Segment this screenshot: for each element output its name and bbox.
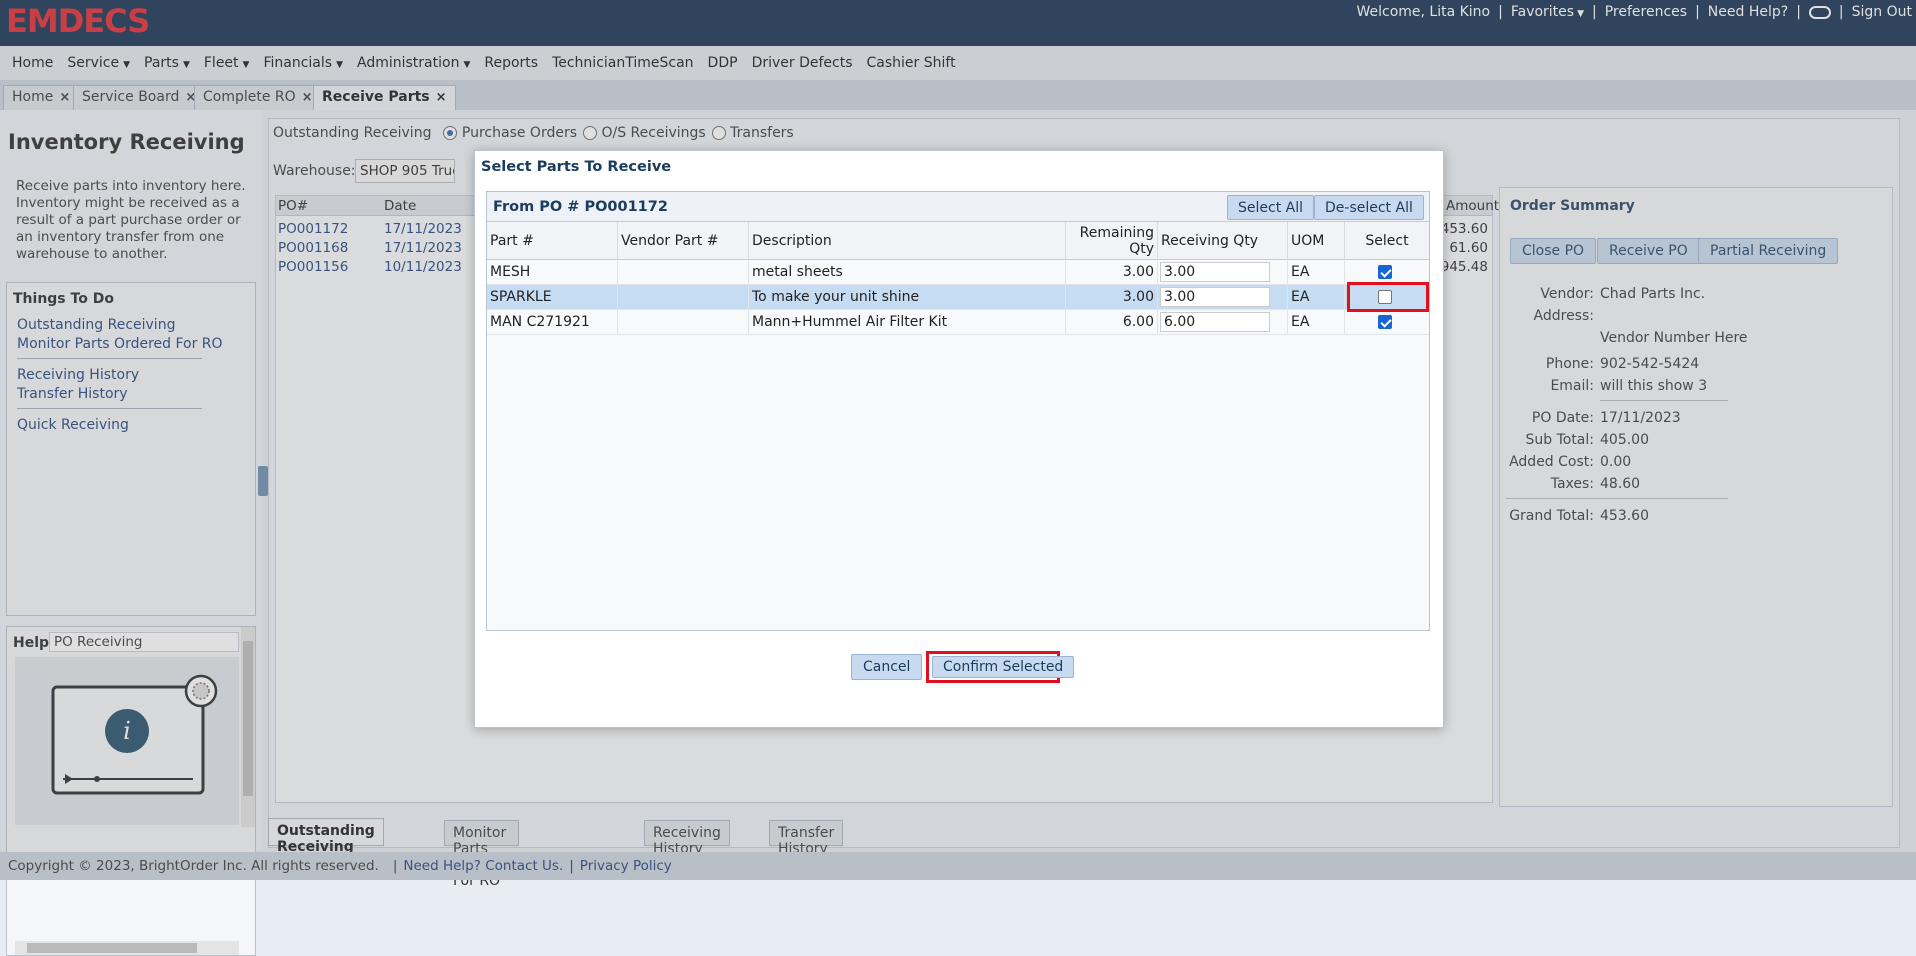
cell-description: Mann+Hummel Air Filter Kit [749, 310, 1066, 335]
cell-part: MAN C271921 [487, 310, 618, 335]
cancel-button[interactable]: Cancel [851, 654, 923, 680]
table-row[interactable]: SPARKLE To make your unit shine 3.00 3.00 EA [487, 285, 1429, 310]
po-number-label: From PO # PO001172 [493, 199, 668, 215]
cell-remaining: 3.00 [1066, 260, 1158, 285]
parts-grid: From PO # PO001172 Select All De-select … [486, 191, 1430, 631]
column-remaining-qty[interactable]: Remaining Qty [1066, 222, 1158, 260]
cell-description: To make your unit shine [749, 285, 1066, 310]
cell-select [1345, 310, 1429, 335]
dialog-title: Select Parts To Receive [481, 159, 672, 175]
cell-vendor-part [618, 260, 749, 285]
parts-grid-toolbar: From PO # PO001172 Select All De-select … [487, 192, 1429, 222]
cell-uom: EA [1288, 260, 1345, 285]
cell-part: MESH [487, 260, 618, 285]
column-vendor-part[interactable]: Vendor Part # [618, 222, 749, 260]
cell-receiving-qty: 3.00 [1158, 260, 1288, 285]
cell-remaining: 6.00 [1066, 310, 1158, 335]
cell-description: metal sheets [749, 260, 1066, 285]
parts-grid-header: Part # Vendor Part # Description Remaini… [487, 222, 1429, 260]
help-horizontal-scrollbar[interactable] [15, 941, 239, 955]
receiving-qty-input[interactable]: 6.00 [1160, 312, 1270, 332]
table-row[interactable]: MESH metal sheets 3.00 3.00 EA [487, 260, 1429, 285]
select-checkbox[interactable] [1378, 265, 1392, 279]
receiving-qty-input[interactable]: 3.00 [1160, 287, 1270, 307]
cell-remaining: 3.00 [1066, 285, 1158, 310]
select-all-button[interactable]: Select All [1227, 195, 1314, 220]
cell-receiving-qty: 6.00 [1158, 310, 1288, 335]
select-checkbox-highlight [1347, 282, 1429, 312]
receiving-qty-input[interactable]: 3.00 [1160, 262, 1270, 282]
confirm-selected-highlight: Confirm Selected [926, 651, 1075, 683]
confirm-selected-button[interactable]: Confirm Selected [932, 656, 1075, 678]
cell-part: SPARKLE [487, 285, 618, 310]
column-uom[interactable]: UOM [1288, 222, 1345, 260]
cell-vendor-part [618, 310, 749, 335]
cell-uom: EA [1288, 285, 1345, 310]
cell-vendor-part [618, 285, 749, 310]
column-receiving-qty[interactable]: Receiving Qty [1158, 222, 1288, 260]
column-part[interactable]: Part # [487, 222, 618, 260]
select-checkbox[interactable] [1378, 315, 1392, 329]
deselect-all-button[interactable]: De-select All [1314, 195, 1424, 220]
select-parts-dialog: Select Parts To Receive From PO # PO0011… [474, 150, 1444, 728]
column-description[interactable]: Description [749, 222, 1066, 260]
table-row[interactable]: MAN C271921 Mann+Hummel Air Filter Kit 6.0… [487, 310, 1429, 335]
cell-receiving-qty: 3.00 [1158, 285, 1288, 310]
cell-uom: EA [1288, 310, 1345, 335]
column-select[interactable]: Select [1345, 222, 1429, 260]
